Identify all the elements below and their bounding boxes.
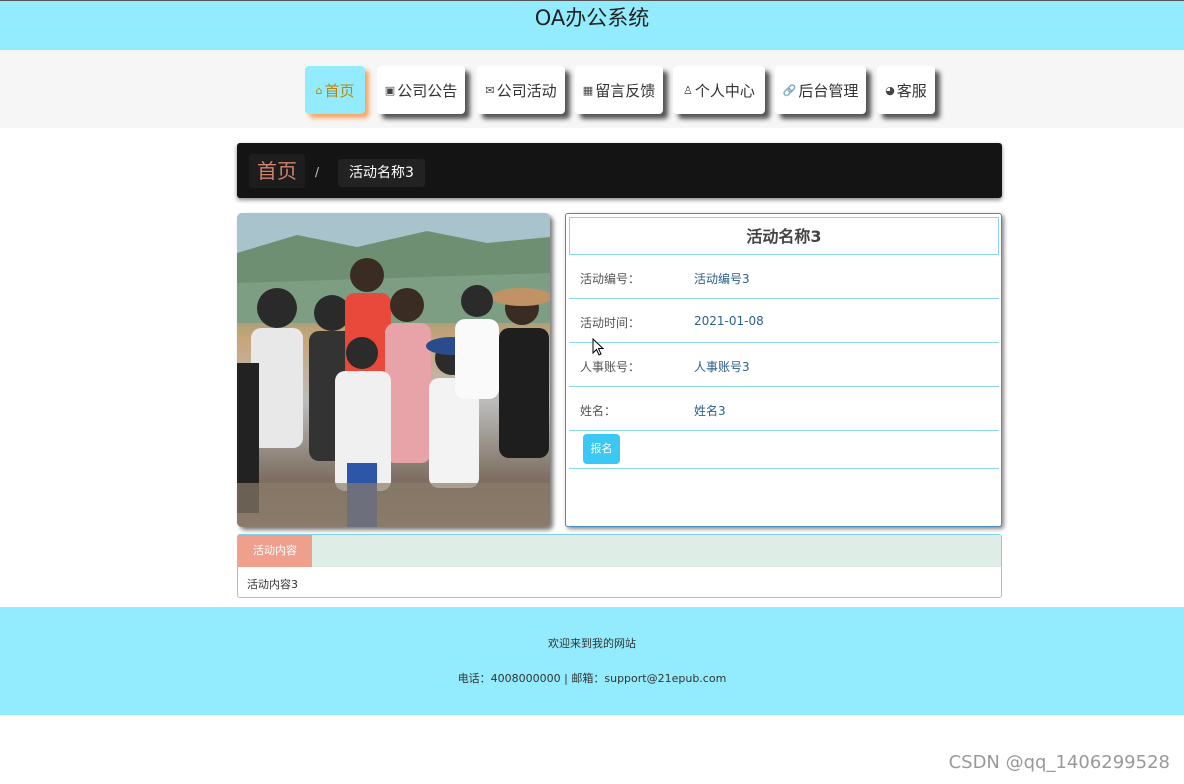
activity-detail-panel: 活动名称3 活动编号： 活动编号3 活动时间： 2021-01-08 人事账号：… — [565, 213, 1002, 527]
nav-item-feedback[interactable]: ▦ 留言反馈 — [575, 66, 663, 114]
gift-icon: ▣ — [384, 83, 396, 97]
detail-row-hr-account: 人事账号： 人事账号3 — [569, 343, 999, 387]
main-navbar: ⌂ 首页 ▣ 公司公告 ✉ 公司活动 ▦ 留言反馈 ♙ 个人中心 🔗 后台管理 … — [0, 50, 1184, 128]
calendar-icon: ▦ — [582, 83, 594, 97]
nav-item-label: 留言反馈 — [595, 81, 656, 100]
breadcrumb-home-link[interactable]: 首页 — [249, 154, 305, 188]
detail-row-name: 姓名： 姓名3 — [569, 387, 999, 431]
signup-button[interactable]: 报名 — [583, 434, 620, 464]
field-label: 活动编号： — [580, 272, 641, 286]
field-value: 人事账号3 — [694, 360, 750, 374]
detail-row-activity-id: 活动编号： 活动编号3 — [569, 255, 999, 299]
breadcrumb: 首页 / 活动名称3 — [237, 143, 1002, 198]
nav-item-home[interactable]: ⌂ 首页 — [305, 66, 365, 114]
activity-title: 活动名称3 — [569, 217, 999, 255]
detail-row-activity-time: 活动时间： 2021-01-08 — [569, 299, 999, 343]
activity-content-text: 活动内容3 — [247, 578, 298, 591]
home-icon: ⌂ — [315, 83, 323, 97]
activity-photo — [237, 213, 550, 527]
nav-item-label: 公司活动 — [496, 81, 557, 100]
footer-welcome: 欢迎来到我的网站 — [548, 637, 636, 650]
field-value: 2021-01-08 — [694, 314, 764, 328]
site-header: OA办公系统 — [0, 0, 1184, 50]
nav-item-label: 公司公告 — [397, 81, 458, 100]
field-label: 活动时间： — [580, 316, 641, 330]
user-icon: ♙ — [683, 83, 693, 97]
csdn-watermark: CSDN @qq_1406299528 — [948, 752, 1170, 773]
mouse-cursor-icon — [592, 337, 605, 360]
signup-row: 报名 — [569, 429, 999, 469]
support-icon: ◕ — [885, 83, 895, 97]
link-icon: 🔗 — [782, 83, 797, 97]
nav-item-label: 客服 — [896, 81, 927, 100]
site-footer: 欢迎来到我的网站 电话：4008000000 | 邮箱：support@21ep… — [0, 607, 1184, 715]
breadcrumb-current: 活动名称3 — [338, 159, 425, 187]
field-label: 人事账号： — [580, 360, 641, 374]
footer-contact: 电话：4008000000 | 邮箱：support@21epub.com — [457, 672, 727, 685]
site-title: OA办公系统 — [534, 6, 650, 30]
nav-item-admin[interactable]: 🔗 后台管理 — [775, 66, 866, 114]
content-tab-bar: 活动内容 — [238, 535, 1001, 567]
nav-item-label: 后台管理 — [798, 81, 859, 100]
nav-item-profile[interactable]: ♙ 个人中心 — [673, 66, 765, 114]
breadcrumb-separator: / — [315, 165, 320, 179]
envelope-icon: ✉ — [485, 83, 495, 97]
activity-content-panel: 活动内容 活动内容3 — [237, 534, 1002, 598]
nav-item-support[interactable]: ◕ 客服 — [877, 66, 935, 114]
nav-item-activities[interactable]: ✉ 公司活动 — [477, 66, 565, 114]
nav-item-label: 个人中心 — [694, 81, 755, 100]
field-value: 活动编号3 — [694, 272, 750, 286]
tab-activity-content[interactable]: 活动内容 — [238, 535, 312, 567]
field-value: 姓名3 — [694, 404, 726, 418]
nav-item-announcements[interactable]: ▣ 公司公告 — [377, 66, 465, 114]
nav-item-label: 首页 — [324, 81, 355, 100]
field-label: 姓名： — [580, 404, 617, 418]
